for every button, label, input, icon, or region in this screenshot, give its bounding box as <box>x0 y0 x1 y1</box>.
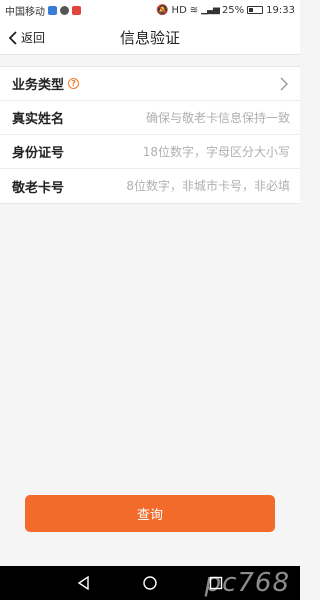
chevron-left-icon <box>8 30 17 45</box>
mute-icon: 🔕 <box>156 4 169 16</box>
senior-card-label: 敬老卡号 <box>12 180 65 196</box>
nav-recent-icon[interactable] <box>209 576 223 590</box>
chat-notification-icon <box>60 5 69 15</box>
network-type: HD <box>171 4 187 16</box>
clock: 19:33 <box>266 4 295 16</box>
nav-bar: 信息验证 返回 <box>0 20 300 55</box>
wifi-icon: ≋ <box>189 4 199 16</box>
nav-home-icon[interactable] <box>143 576 157 590</box>
id-number-input[interactable] <box>96 144 290 159</box>
status-bar: 中国移动 🔕 HD ≋ ▁▃▅ 25% 19:33 <box>0 0 300 20</box>
business-type-label-wrap: 业务类型 ? <box>12 74 96 93</box>
id-number-label: 身份证号 <box>12 146 65 161</box>
nav-back-icon[interactable] <box>77 576 91 590</box>
business-type-label: 业务类型 <box>12 78 65 93</box>
real-name-input[interactable] <box>96 110 290 125</box>
real-name-row: 真实姓名 <box>0 101 300 135</box>
status-left: 中国移动 <box>5 3 81 18</box>
senior-card-input[interactable] <box>96 179 290 193</box>
battery-level: 25% <box>221 4 245 16</box>
query-button[interactable]: 查询 <box>25 495 275 532</box>
real-name-label: 真实姓名 <box>12 112 65 127</box>
help-icon[interactable]: ? <box>68 78 80 89</box>
verification-form: 业务类型 ? 真实姓名 身份证号 敬老卡号 <box>0 66 300 204</box>
battery-icon <box>247 6 264 14</box>
back-label: 返回 <box>21 31 46 45</box>
id-number-row: 身份证号 <box>0 135 300 169</box>
chevron-right-icon <box>280 77 288 91</box>
system-nav-bar <box>0 566 300 600</box>
status-right: 🔕 HD ≋ ▁▃▅ 25% 19:33 <box>156 5 295 16</box>
alert-notification-icon <box>72 5 81 15</box>
back-button[interactable]: 返回 <box>8 20 45 55</box>
senior-card-row: 敬老卡号 <box>0 169 300 203</box>
app-notification-icon <box>48 5 57 15</box>
business-type-row[interactable]: 业务类型 ? <box>0 67 300 101</box>
signal-icon: ▁▃▅ <box>201 5 220 15</box>
carrier-name: 中国移动 <box>5 6 45 18</box>
